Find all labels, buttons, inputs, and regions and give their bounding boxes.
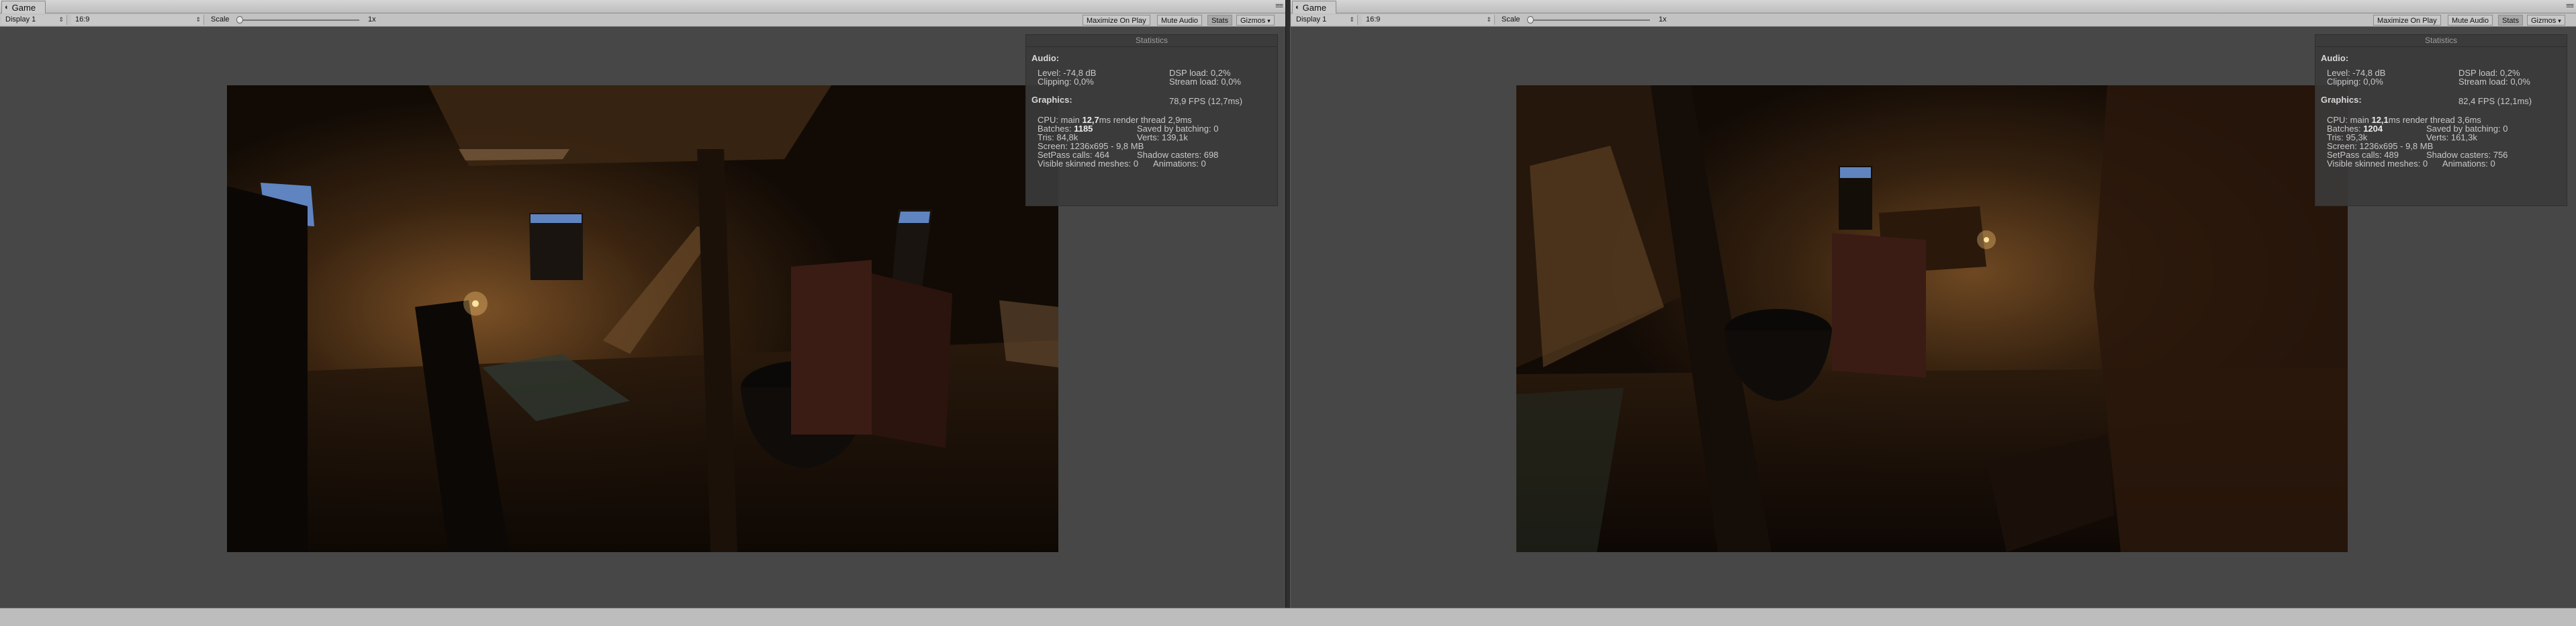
gizmos-dropdown[interactable]: Gizmos ▾ xyxy=(2527,15,2565,26)
game-toolbar: Display 1 ⇕ 16:9 ⇕ Scale 1x Maximize On … xyxy=(0,13,1285,27)
display-value: Display 1 xyxy=(5,15,36,24)
game-render-view[interactable] xyxy=(227,85,1058,552)
visible-skinned-meshes: Visible skinned meshes: 0 xyxy=(2327,159,2428,169)
animations-count: Animations: 0 xyxy=(2442,159,2495,169)
scale-label: Scale xyxy=(211,15,230,24)
gizmos-label: Gizmos xyxy=(1240,17,1266,25)
statistics-overlay: Statistics Audio: Level: -74,8 dB Clippi… xyxy=(1025,34,1278,206)
tab-label: Game xyxy=(11,2,36,13)
chevron-down-icon: ⇕ xyxy=(195,16,201,23)
mute-audio-button[interactable]: Mute Audio xyxy=(2448,15,2493,26)
scene-render-image xyxy=(227,85,1058,552)
aspect-value: 16:9 xyxy=(1366,15,1381,24)
audio-clipping: Clipping: 0,0% xyxy=(1038,77,1094,87)
scale-value: 1x xyxy=(1659,15,1667,24)
scale-value: 1x xyxy=(368,15,376,24)
tab-game[interactable]: ◐ Game xyxy=(1292,1,1337,13)
display-dropdown[interactable]: Display 1 ⇕ xyxy=(1292,15,1358,25)
aspect-dropdown[interactable]: 16:9 ⇕ xyxy=(71,15,204,25)
audio-header: Audio: xyxy=(2321,53,2349,63)
aspect-dropdown[interactable]: 16:9 ⇕ xyxy=(1362,15,1495,25)
stats-title: Statistics xyxy=(1026,35,1277,47)
stats-title: Statistics xyxy=(2315,35,2567,47)
maximize-on-play-button[interactable]: Maximize On Play xyxy=(1083,15,1150,26)
fps-value: 82,4 FPS (12,1ms) xyxy=(2458,96,2532,106)
gizmos-label: Gizmos xyxy=(2531,17,2557,25)
unity-logo-icon: ◐ xyxy=(1295,3,1300,11)
editor-status-bar xyxy=(0,608,2576,626)
panel-splitter[interactable] xyxy=(1285,0,1291,608)
maximize-on-play-button[interactable]: Maximize On Play xyxy=(2373,15,2441,26)
chevron-down-icon: ⇕ xyxy=(1349,16,1354,23)
graphics-header: Graphics: xyxy=(2321,95,2362,105)
display-dropdown[interactable]: Display 1 ⇕ xyxy=(1,15,67,25)
window-menu-icon[interactable]: ≡≡ xyxy=(1275,2,1283,10)
game-render-view[interactable] xyxy=(1516,85,2348,552)
animations-count: Animations: 0 xyxy=(1153,159,1206,169)
scene-render-image xyxy=(1516,85,2348,552)
chevron-down-icon: ⇕ xyxy=(1486,16,1491,23)
mute-audio-button[interactable]: Mute Audio xyxy=(1157,15,1203,26)
game-toolbar: Display 1 ⇕ 16:9 ⇕ Scale 1x Maximize On … xyxy=(1291,13,2576,27)
graphics-header: Graphics: xyxy=(1031,95,1072,105)
visible-skinned-meshes: Visible skinned meshes: 0 xyxy=(1038,159,1139,169)
tab-label: Game xyxy=(1302,2,1327,13)
stream-load: Stream load: 0,0% xyxy=(1169,77,1241,87)
game-view-left: ◐ Game ≡≡ Display 1 ⇕ 16:9 ⇕ Scale 1x Ma… xyxy=(0,0,1285,608)
scale-slider-thumb[interactable] xyxy=(1527,16,1534,24)
audio-clipping: Clipping: 0,0% xyxy=(2327,77,2383,87)
tab-bar: ◐ Game ≡≡ xyxy=(0,0,1285,13)
chevron-down-icon: ▾ xyxy=(1267,17,1271,24)
chevron-down-icon: ⇕ xyxy=(58,16,64,23)
verts-count: Verts: 161,3k xyxy=(2426,132,2477,142)
fps-value: 78,9 FPS (12,7ms) xyxy=(1169,96,1243,106)
verts-count: Verts: 139,1k xyxy=(1137,132,1188,142)
display-value: Display 1 xyxy=(1296,15,1327,24)
scale-slider-thumb[interactable] xyxy=(236,16,243,24)
scale-slider-track[interactable] xyxy=(1529,19,1650,21)
gizmos-dropdown[interactable]: Gizmos ▾ xyxy=(1236,15,1275,26)
stats-button[interactable]: Stats xyxy=(2498,15,2524,26)
audio-header: Audio: xyxy=(1031,53,1060,63)
stats-button[interactable]: Stats xyxy=(1207,15,1233,26)
stream-load: Stream load: 0,0% xyxy=(2458,77,2530,87)
tab-bar: ◐ Game ≡≡ xyxy=(1291,0,2576,13)
chevron-down-icon: ▾ xyxy=(2558,17,2561,24)
game-view-right: ◐ Game ≡≡ Display 1 ⇕ 16:9 ⇕ Scale 1x Ma… xyxy=(1291,0,2576,608)
window-menu-icon[interactable]: ≡≡ xyxy=(2566,2,2574,10)
scale-slider-track[interactable] xyxy=(238,19,359,21)
tab-game[interactable]: ◐ Game xyxy=(1,1,46,13)
unity-logo-icon: ◐ xyxy=(5,3,9,11)
scale-label: Scale xyxy=(1502,15,1520,24)
aspect-value: 16:9 xyxy=(75,15,90,24)
statistics-overlay: Statistics Audio: Level: -74,8 dB Clippi… xyxy=(2315,34,2567,206)
